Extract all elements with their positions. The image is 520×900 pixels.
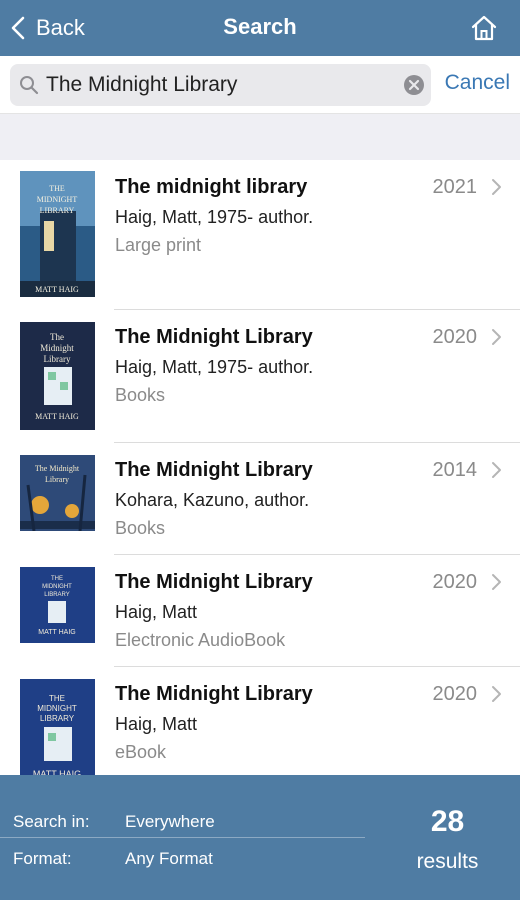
svg-text:LIBRARY: LIBRARY [40, 714, 75, 723]
book-cover: THE MIDNIGHT LIBRARY MATT HAIG [20, 171, 95, 297]
search-in-value[interactable]: Everywhere [125, 812, 215, 832]
footer-divider [0, 837, 365, 838]
chevron-right-icon [492, 574, 501, 590]
navigation-bar: Back Search [0, 0, 520, 56]
results-list[interactable]: THE MIDNIGHT LIBRARY MATT HAIG The midni… [0, 160, 520, 775]
search-input[interactable] [46, 64, 396, 106]
results-label: results [416, 850, 479, 873]
result-title: The midnight library [115, 176, 308, 198]
search-bar: Cancel [0, 56, 520, 114]
result-row[interactable]: THE MIDNIGHT LIBRARY MATT HAIG The Midni… [0, 667, 520, 775]
result-title: The Midnight Library [115, 683, 313, 705]
svg-text:MIDNIGHT: MIDNIGHT [37, 704, 77, 713]
result-format: eBook [115, 742, 167, 762]
svg-text:THE: THE [49, 694, 65, 703]
result-title: The Midnight Library [115, 571, 313, 593]
result-year: 2020 [432, 571, 478, 593]
svg-text:MIDNIGHT: MIDNIGHT [42, 584, 72, 590]
chevron-right-icon [492, 329, 501, 345]
book-cover: THE MIDNIGHT LIBRARY MATT HAIG [20, 679, 95, 775]
section-spacer [0, 114, 520, 160]
result-title: The Midnight Library [115, 326, 313, 348]
result-row[interactable]: The Midnight Library MATT HAIG The Midni… [0, 310, 520, 443]
svg-text:MIDNIGHT: MIDNIGHT [37, 195, 78, 204]
svg-text:The Midnight: The Midnight [35, 464, 80, 473]
result-format: Books [115, 385, 166, 405]
result-author: Haig, Matt [115, 714, 198, 734]
svg-text:THE: THE [51, 576, 63, 582]
search-filter-footer: Search in: Everywhere Format: Any Format… [0, 775, 520, 900]
svg-text:Library: Library [45, 475, 69, 484]
format-label: Format: [13, 849, 72, 868]
result-format: Large print [115, 235, 202, 255]
result-author: Haig, Matt [115, 602, 198, 622]
svg-text:Library: Library [44, 354, 71, 364]
result-row[interactable]: THE MIDNIGHT LIBRARY MATT HAIG The midni… [0, 160, 520, 310]
home-icon[interactable] [470, 14, 498, 42]
svg-text:LIBRARY: LIBRARY [44, 592, 70, 598]
result-author: Kohara, Kazuno, author. [115, 490, 310, 510]
chevron-right-icon [492, 686, 501, 702]
results-count: 28 [430, 805, 465, 838]
svg-text:THE: THE [49, 184, 65, 193]
svg-text:The: The [50, 332, 64, 342]
result-author: Haig, Matt, 1975- author. [115, 357, 314, 377]
result-year: 2020 [432, 326, 478, 348]
svg-text:LIBRARY: LIBRARY [40, 206, 75, 215]
search-in-label: Search in: [13, 812, 90, 831]
book-cover: The Midnight Library MATT HAIG [20, 322, 95, 430]
chevron-right-icon [492, 179, 501, 195]
clear-icon[interactable] [403, 74, 425, 96]
result-format: Books [115, 518, 166, 538]
result-year: 2020 [432, 683, 478, 705]
chevron-right-icon [492, 462, 501, 478]
result-title: The Midnight Library [115, 459, 313, 481]
result-row[interactable]: THE MIDNIGHT LIBRARY MATT HAIG The Midni… [0, 555, 520, 667]
result-year: 2014 [432, 459, 478, 481]
svg-text:Midnight: Midnight [40, 343, 74, 353]
cancel-button[interactable]: Cancel [445, 71, 510, 95]
search-icon [20, 76, 39, 95]
format-value[interactable]: Any Format [125, 849, 213, 869]
svg-text:MATT HAIG: MATT HAIG [38, 629, 75, 636]
page-title: Search [223, 14, 297, 39]
book-cover: THE MIDNIGHT LIBRARY MATT HAIG [20, 567, 95, 643]
svg-text:MATT HAIG: MATT HAIG [35, 285, 79, 294]
result-format: Electronic AudioBook [115, 630, 286, 650]
result-year: 2021 [432, 176, 478, 198]
result-row[interactable]: The Midnight Library The Midnight Librar… [0, 443, 520, 555]
result-author: Haig, Matt, 1975- author. [115, 207, 314, 227]
book-cover: The Midnight Library [20, 455, 95, 531]
svg-text:MATT HAIG: MATT HAIG [35, 412, 79, 421]
search-field[interactable] [10, 64, 431, 106]
